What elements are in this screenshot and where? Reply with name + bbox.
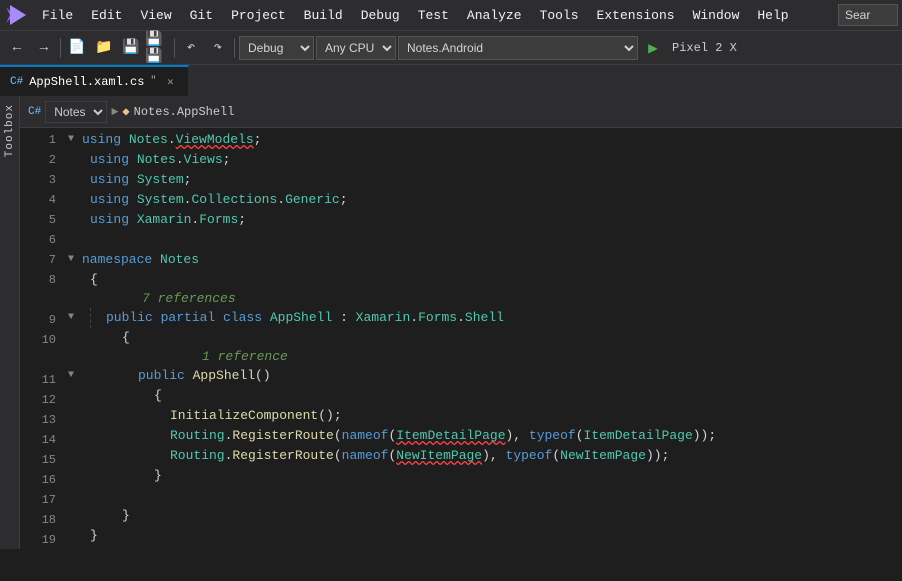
- line-num-16: 16: [24, 470, 56, 490]
- code-refs-7: 7 references: [60, 290, 902, 308]
- vs-logo-icon: [4, 3, 28, 27]
- breadcrumb-bar: C# Notes ► ◆ Notes.AppShell: [20, 96, 902, 128]
- line-num-9: 9: [24, 310, 56, 330]
- menu-item-git[interactable]: Git: [182, 0, 221, 30]
- editor: 1 2 3 4 5 6 7 8 9 10 11 12 13 14 15 16 1…: [20, 128, 902, 549]
- debug-config-select[interactable]: Debug Release: [239, 36, 314, 60]
- code-line-15: Routing.RegisterRoute(nameof(NewItemPage…: [60, 446, 902, 466]
- line-num-5: 5: [24, 210, 56, 230]
- tab-bar: C# AppShell.xaml.cs " ✕: [0, 64, 902, 96]
- run-target-label: Pixel 2 X: [672, 41, 737, 55]
- breadcrumb-appshell-icon: ◆: [122, 104, 129, 119]
- code-line-19: }: [60, 526, 902, 546]
- toolbar-sep-2: [174, 38, 175, 58]
- platform-select[interactable]: Any CPU x86 x64: [316, 36, 396, 60]
- menu-item-edit[interactable]: Edit: [83, 0, 130, 30]
- tab-close-appshell[interactable]: ✕: [162, 74, 178, 90]
- code-line-4: using System.Collections.Generic;: [60, 190, 902, 210]
- breadcrumb-cs-icon: C#: [28, 106, 41, 118]
- line-num-8: 8: [24, 270, 56, 290]
- line-num-1: 1: [24, 130, 56, 150]
- line-num-refs2: [24, 350, 56, 370]
- line-num-2: 2: [24, 150, 56, 170]
- toolbar-save-all-btn[interactable]: 💾💾: [145, 35, 171, 61]
- run-btn[interactable]: ▶: [640, 35, 666, 61]
- code-line-5: using Xamarin.Forms;: [60, 210, 902, 230]
- line-num-19: 19: [24, 530, 56, 549]
- code-line-9: ▼ public partial class AppShell : Xamari…: [60, 308, 902, 328]
- menu-item-window[interactable]: Window: [685, 0, 748, 30]
- menu-item-tools[interactable]: Tools: [532, 0, 587, 30]
- line-numbers: 1 2 3 4 5 6 7 8 9 10 11 12 13 14 15 16 1…: [20, 128, 60, 549]
- toolbar-undo-btn[interactable]: ↶: [178, 35, 204, 61]
- line-num-6: 6: [24, 230, 56, 250]
- code-line-8: {: [60, 270, 902, 290]
- toolbox-label: Toolbox: [4, 104, 16, 157]
- code-line-3: using System;: [60, 170, 902, 190]
- line-num-10: 10: [24, 330, 56, 350]
- code-line-16: }: [60, 466, 902, 486]
- line-num-refs1: [24, 290, 56, 310]
- toolbar-save-btn[interactable]: 💾: [118, 35, 144, 61]
- code-line-14: Routing.RegisterRoute(nameof(ItemDetailP…: [60, 426, 902, 446]
- code-editor-content[interactable]: ▼ using Notes.ViewModels; using Notes.Vi…: [60, 128, 902, 549]
- fold-btn-11[interactable]: ▼: [68, 366, 82, 386]
- line-num-11: 11: [24, 370, 56, 390]
- code-line-2: using Notes.Views;: [60, 150, 902, 170]
- fold-btn-9[interactable]: ▼: [68, 308, 82, 328]
- line-num-18: 18: [24, 510, 56, 530]
- line-num-15: 15: [24, 450, 56, 470]
- breadcrumb-namespace-select[interactable]: Notes: [45, 101, 107, 123]
- line-num-17: 17: [24, 490, 56, 510]
- line-num-12: 12: [24, 390, 56, 410]
- line-num-4: 4: [24, 190, 56, 210]
- project-select[interactable]: Notes.Android Notes.iOS: [398, 36, 638, 60]
- code-line-11: ▼ public AppShell(): [60, 366, 902, 386]
- menu-bar: File Edit View Git Project Build Debug T…: [0, 0, 902, 30]
- code-line-18: }: [60, 506, 902, 526]
- menu-item-project[interactable]: Project: [223, 0, 294, 30]
- line-num-14: 14: [24, 430, 56, 450]
- toolbar: ← → 📄 📁 💾 💾💾 ↶ ↷ Debug Release Any CPU x…: [0, 30, 902, 64]
- menu-item-debug[interactable]: Debug: [353, 0, 408, 30]
- code-line-7: ▼ namespace Notes: [60, 250, 902, 270]
- fold-btn-1[interactable]: ▼: [68, 130, 82, 150]
- line-num-3: 3: [24, 170, 56, 190]
- tab-label-appshell: AppShell.xaml.cs: [29, 75, 144, 89]
- line-num-13: 13: [24, 410, 56, 430]
- toolbar-sep-3: [234, 38, 235, 58]
- menu-item-test[interactable]: Test: [410, 0, 457, 30]
- menu-item-file[interactable]: File: [34, 0, 81, 30]
- menu-item-analyze[interactable]: Analyze: [459, 0, 530, 30]
- menu-item-view[interactable]: View: [132, 0, 179, 30]
- toolbar-new-btn[interactable]: 📄: [64, 35, 90, 61]
- fold-btn-7[interactable]: ▼: [68, 250, 82, 270]
- code-line-12: {: [60, 386, 902, 406]
- code-refs-1: 1 reference: [60, 348, 902, 366]
- code-line-13: InitializeComponent();: [60, 406, 902, 426]
- toolbar-back-btn[interactable]: ←: [4, 35, 30, 61]
- code-line-10: {: [60, 328, 902, 348]
- cs-file-icon: C#: [10, 76, 23, 88]
- code-line-1: ▼ using Notes.ViewModels;: [60, 130, 902, 150]
- toolbar-sep-1: [60, 38, 61, 58]
- tab-modified-dot: ": [150, 76, 156, 87]
- search-input[interactable]: [838, 4, 898, 26]
- code-panel: C# Notes ► ◆ Notes.AppShell 1 2 3 4 5 6 …: [20, 96, 902, 549]
- code-container: Toolbox C# Notes ► ◆ Notes.AppShell 1 2 …: [0, 96, 902, 549]
- toolbox-sidebar: Toolbox: [0, 96, 20, 549]
- breadcrumb-arrow-icon: ►: [111, 105, 118, 119]
- toolbar-redo-btn[interactable]: ↷: [205, 35, 231, 61]
- toolbar-forward-btn[interactable]: →: [31, 35, 57, 61]
- menu-item-build[interactable]: Build: [296, 0, 351, 30]
- code-line-6: [60, 230, 902, 250]
- line-num-7: 7: [24, 250, 56, 270]
- tab-appshell-xaml-cs[interactable]: C# AppShell.xaml.cs " ✕: [0, 65, 189, 96]
- menu-item-help[interactable]: Help: [749, 0, 796, 30]
- breadcrumb-class-label: Notes.AppShell: [134, 105, 235, 119]
- menu-item-extensions[interactable]: Extensions: [589, 0, 683, 30]
- toolbar-open-btn[interactable]: 📁: [91, 35, 117, 61]
- code-line-17: [60, 486, 902, 506]
